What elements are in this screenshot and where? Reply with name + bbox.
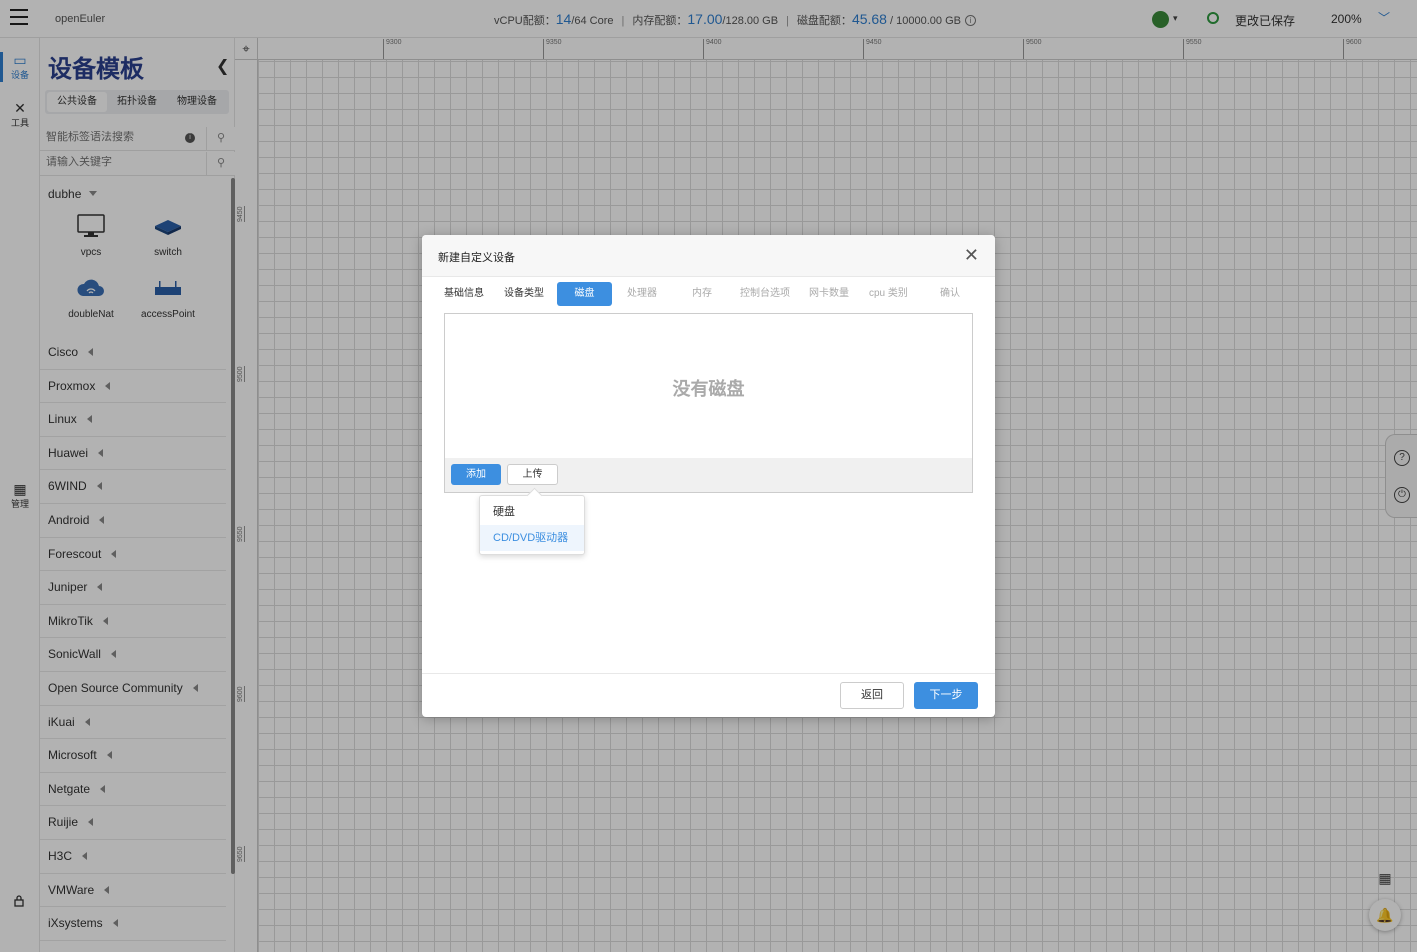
step-memory[interactable]: 内存 <box>692 282 712 306</box>
step-confirm[interactable]: 确认 <box>940 282 960 306</box>
dialog-header: 新建自定义设备 ✕ <box>422 235 995 277</box>
step-device-type[interactable]: 设备类型 <box>504 282 544 306</box>
new-custom-device-dialog: 新建自定义设备 ✕ 基础信息 设备类型 磁盘 处理器 内存 控制台选项 网卡数量… <box>422 235 995 717</box>
step-disk[interactable]: 磁盘 <box>557 282 612 306</box>
disk-list: 没有磁盘 添加 上传 <box>444 313 973 493</box>
step-cpu-type[interactable]: cpu 类别 <box>869 282 908 306</box>
empty-disk-message: 没有磁盘 <box>672 379 745 399</box>
menu-item-hard-disk[interactable]: 硬盘 <box>480 499 584 525</box>
step-console-options[interactable]: 控制台选项 <box>740 282 790 306</box>
next-button[interactable]: 下一步 <box>914 682 978 709</box>
disk-actions: 添加 上传 <box>445 458 972 492</box>
back-button[interactable]: 返回 <box>840 682 904 709</box>
add-button[interactable]: 添加 <box>451 464 501 485</box>
upload-button[interactable]: 上传 <box>507 464 558 485</box>
close-icon[interactable]: ✕ <box>964 245 979 265</box>
dialog-footer: 返回 下一步 <box>422 673 995 717</box>
step-processor[interactable]: 处理器 <box>627 282 657 306</box>
add-disk-dropdown: 硬盘 CD/DVD驱动器 <box>479 495 585 555</box>
menu-item-cd-dvd-drive[interactable]: CD/DVD驱动器 <box>480 525 584 551</box>
dialog-title: 新建自定义设备 <box>438 252 515 264</box>
step-basic-info[interactable]: 基础信息 <box>444 282 484 306</box>
step-nic-count[interactable]: 网卡数量 <box>809 282 849 306</box>
